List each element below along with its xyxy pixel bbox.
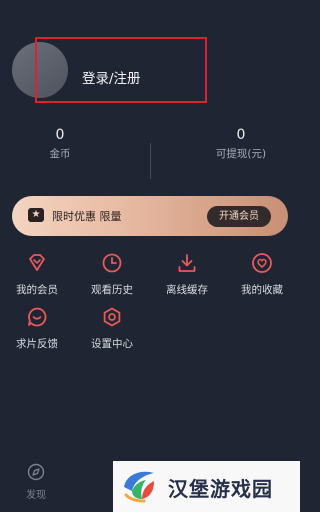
menu-label: 我的收藏: [241, 284, 283, 296]
compass-icon[interactable]: [27, 463, 45, 481]
menu-label: 离线缓存: [166, 284, 208, 296]
heart-icon: [252, 253, 272, 273]
menu-item-history[interactable]: 观看历史: [80, 252, 144, 297]
gear-icon: [103, 307, 121, 327]
stats-divider: [150, 143, 151, 179]
clock-icon: [102, 253, 122, 273]
watermark-logo: [124, 471, 154, 503]
menu-item-membership[interactable]: 我的会员: [5, 252, 69, 297]
menu-item-favorites[interactable]: 我的收藏: [230, 252, 294, 297]
menu-item-offline-cache[interactable]: 离线缓存: [155, 252, 219, 297]
download-icon: [178, 254, 196, 272]
menu-label: 求片反馈: [16, 338, 58, 350]
menu-label: 设置中心: [91, 338, 133, 350]
coins-value: 0: [55, 127, 65, 143]
diamond-icon: [29, 254, 45, 271]
highlight-box: [35, 37, 207, 103]
menu-label: 观看历史: [91, 284, 133, 296]
message-icon: [28, 307, 47, 327]
watermark-text: 汉堡游戏园: [168, 477, 273, 501]
coins-stat[interactable]: 0 金币: [22, 127, 98, 161]
coins-label: 金币: [49, 148, 71, 160]
open-vip-button[interactable]: 开通会员: [207, 206, 271, 227]
vip-promo-text: 限时优惠 限量: [52, 210, 122, 223]
withdrawable-label: 可提现(元): [215, 148, 267, 160]
ticket-icon: ★: [28, 208, 44, 222]
nav-discover-label[interactable]: 发现: [26, 486, 46, 501]
withdrawable-value: 0: [236, 127, 246, 143]
menu-label: 我的会员: [16, 284, 58, 296]
menu-item-feedback[interactable]: 求片反馈: [5, 306, 69, 351]
withdrawable-stat[interactable]: 0 可提现(元): [196, 127, 286, 161]
menu-item-settings[interactable]: 设置中心: [80, 306, 144, 351]
